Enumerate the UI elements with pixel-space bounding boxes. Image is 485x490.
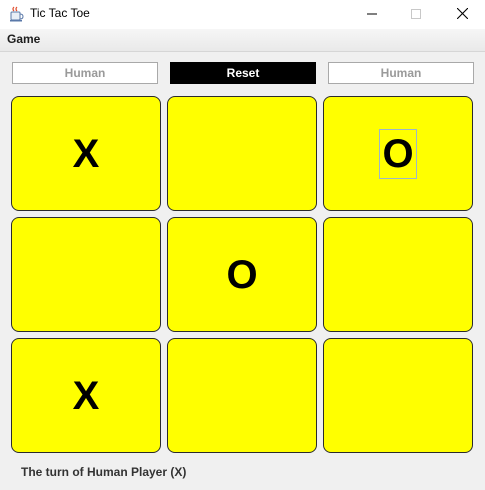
cell-mark: X	[72, 131, 100, 176]
board-cell-2[interactable]	[167, 96, 317, 211]
maximize-icon	[411, 6, 421, 24]
board-cell-1[interactable]: X	[11, 96, 161, 211]
player-o-button[interactable]: Human	[328, 62, 474, 84]
player-x-button[interactable]: Human	[12, 62, 158, 84]
cell-mark: O	[226, 252, 258, 297]
board-cell-6[interactable]	[323, 217, 473, 332]
board-cell-3[interactable]: O	[323, 96, 473, 211]
board-cell-7[interactable]: X	[11, 338, 161, 453]
minimize-button[interactable]	[349, 0, 395, 29]
cell-mark: O	[379, 128, 417, 179]
maximize-button[interactable]	[393, 0, 439, 29]
board-cell-5[interactable]: O	[167, 217, 317, 332]
close-button[interactable]	[439, 0, 485, 29]
status-label: The turn of Human Player (X)	[21, 465, 187, 479]
window-title: Tic Tac Toe	[30, 6, 90, 20]
close-icon	[456, 6, 468, 24]
menu-bar: Game	[0, 29, 485, 52]
board-cell-4[interactable]	[11, 217, 161, 332]
reset-button[interactable]: Reset	[170, 62, 316, 84]
java-cup-icon	[9, 6, 24, 22]
board-cell-9[interactable]	[323, 338, 473, 453]
board-cell-8[interactable]	[167, 338, 317, 453]
title-bar: Tic Tac Toe	[0, 0, 485, 29]
cell-mark: X	[72, 373, 100, 418]
app-window: Tic Tac Toe Game Human Reset Human X O O…	[0, 0, 485, 490]
menu-game[interactable]: Game	[7, 32, 40, 46]
minimize-icon	[367, 6, 377, 24]
